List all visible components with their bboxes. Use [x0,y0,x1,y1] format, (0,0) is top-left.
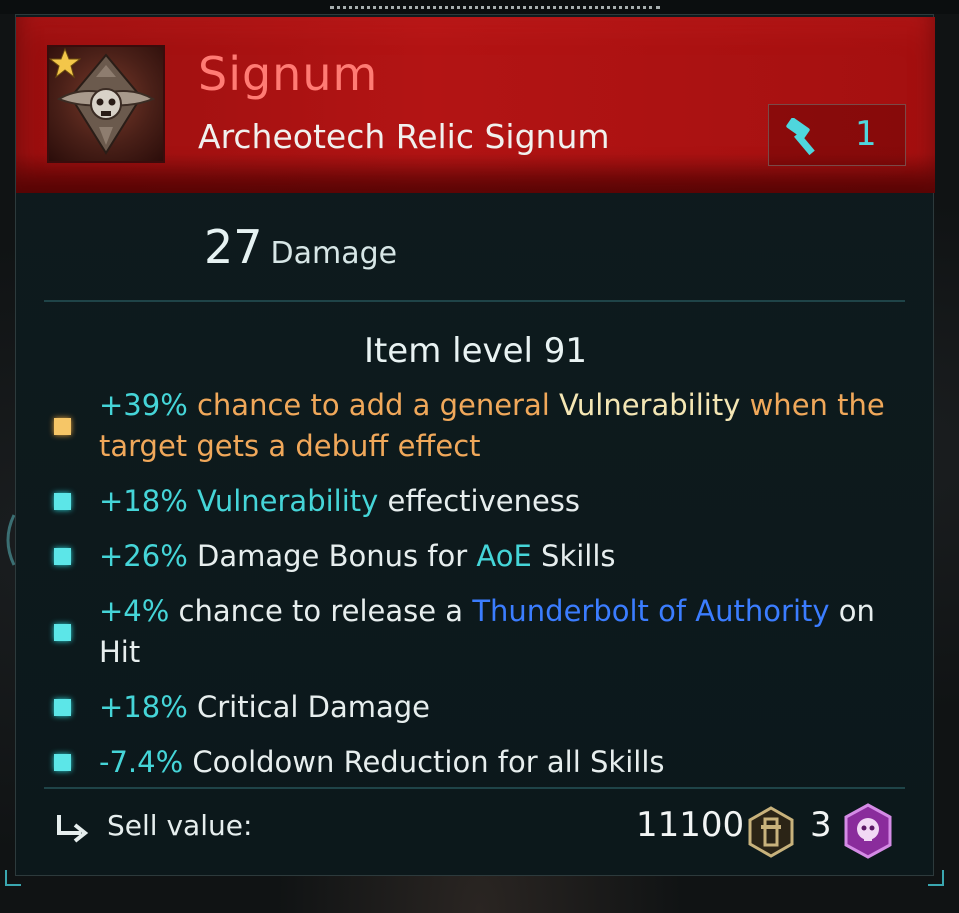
coin-icon [748,806,794,858]
item-level: Item level 91 [363,331,588,371]
item-header: Signum Archeotech Relic Signum 1 [16,17,935,193]
modifier-segment: Damage Bonus for [187,539,477,573]
modifier-segment: +18% [99,690,188,724]
modifier-segment: chance to add a general [187,388,560,422]
modifier-segment: Vulnerability [559,388,741,422]
upgrade-count: 1 [855,114,877,154]
modifier-row: +4% chance to release a Thunderbolt of A… [54,591,914,673]
damage-value: 27 [204,220,263,274]
modifier-row: +26% Damage Bonus for AoE Skills [54,536,914,577]
return-arrow-icon [57,815,89,843]
modifier-segment: +18% [99,484,188,518]
item-name: Signum [198,47,379,101]
modifier-segment: +26% [99,539,188,573]
modifier-segment: AoE [476,539,532,573]
modifier-text: +39% chance to add a general Vulnerabili… [99,385,914,467]
damage-stat: 27 Damage [204,220,397,274]
modifier-bullet-icon [54,417,71,435]
modifier-segment: effectiveness [378,484,581,518]
sell-value: 11100 [636,805,745,845]
modifier-list: +39% chance to add a general Vulnerabili… [54,385,914,797]
modifier-text: +4% chance to release a Thunderbolt of A… [99,591,914,673]
modifier-segment: +4% [99,594,170,628]
frame-corner [5,870,21,886]
modifier-bullet-icon [54,699,71,716]
sell-footer: Sell value: 11100 3 [16,795,935,865]
modifier-row: +18% Critical Damage [54,687,914,728]
modifier-bullet-icon [54,548,71,565]
modifier-segment: chance to release a [169,594,473,628]
modifier-bullet-icon [54,754,71,771]
frame-corner [928,870,944,886]
upgrade-badge[interactable]: 1 [768,104,906,166]
modifier-text: +26% Damage Bonus for AoE Skills [99,536,616,577]
modifier-segment: +39% [99,388,188,422]
modifier-row: +39% chance to add a general Vulnerabili… [54,385,914,467]
modifier-row: +18% Vulnerability effectiveness [54,481,914,522]
sell-label: Sell value: [107,809,253,842]
modifier-segment: Vulnerability [196,484,379,518]
item-tooltip: Signum Archeotech Relic Signum 1 27 Damag… [15,14,935,876]
item-icon[interactable] [47,45,165,163]
previous-tooltip-strip [0,0,959,14]
modifier-bullet-icon [54,623,71,641]
modifier-segment [188,484,197,518]
modifier-bullet-icon [54,493,71,510]
damage-label: Damage [270,236,398,271]
modifier-segment: Cooldown Reduction for all Skills [183,745,665,779]
divider [44,300,905,302]
skull-gem-icon [844,803,892,859]
modifier-segment: Thunderbolt of Authority [472,594,830,628]
divider [44,787,905,789]
modifier-segment: Skills [531,539,616,573]
star-icon [49,47,81,79]
modifier-text: +18% Critical Damage [99,687,430,728]
item-type: Archeotech Relic Signum [198,117,610,156]
gem-count: 3 [810,805,832,845]
modifier-text: +18% Vulnerability effectiveness [99,481,580,522]
modifier-segment: -7.4% [99,745,184,779]
modifier-row: -7.4% Cooldown Reduction for all Skills [54,742,914,783]
hammer-icon [786,118,815,156]
left-edge-ornament [0,510,16,570]
modifier-text: -7.4% Cooldown Reduction for all Skills [99,742,665,783]
modifier-segment: Critical Damage [187,690,431,724]
